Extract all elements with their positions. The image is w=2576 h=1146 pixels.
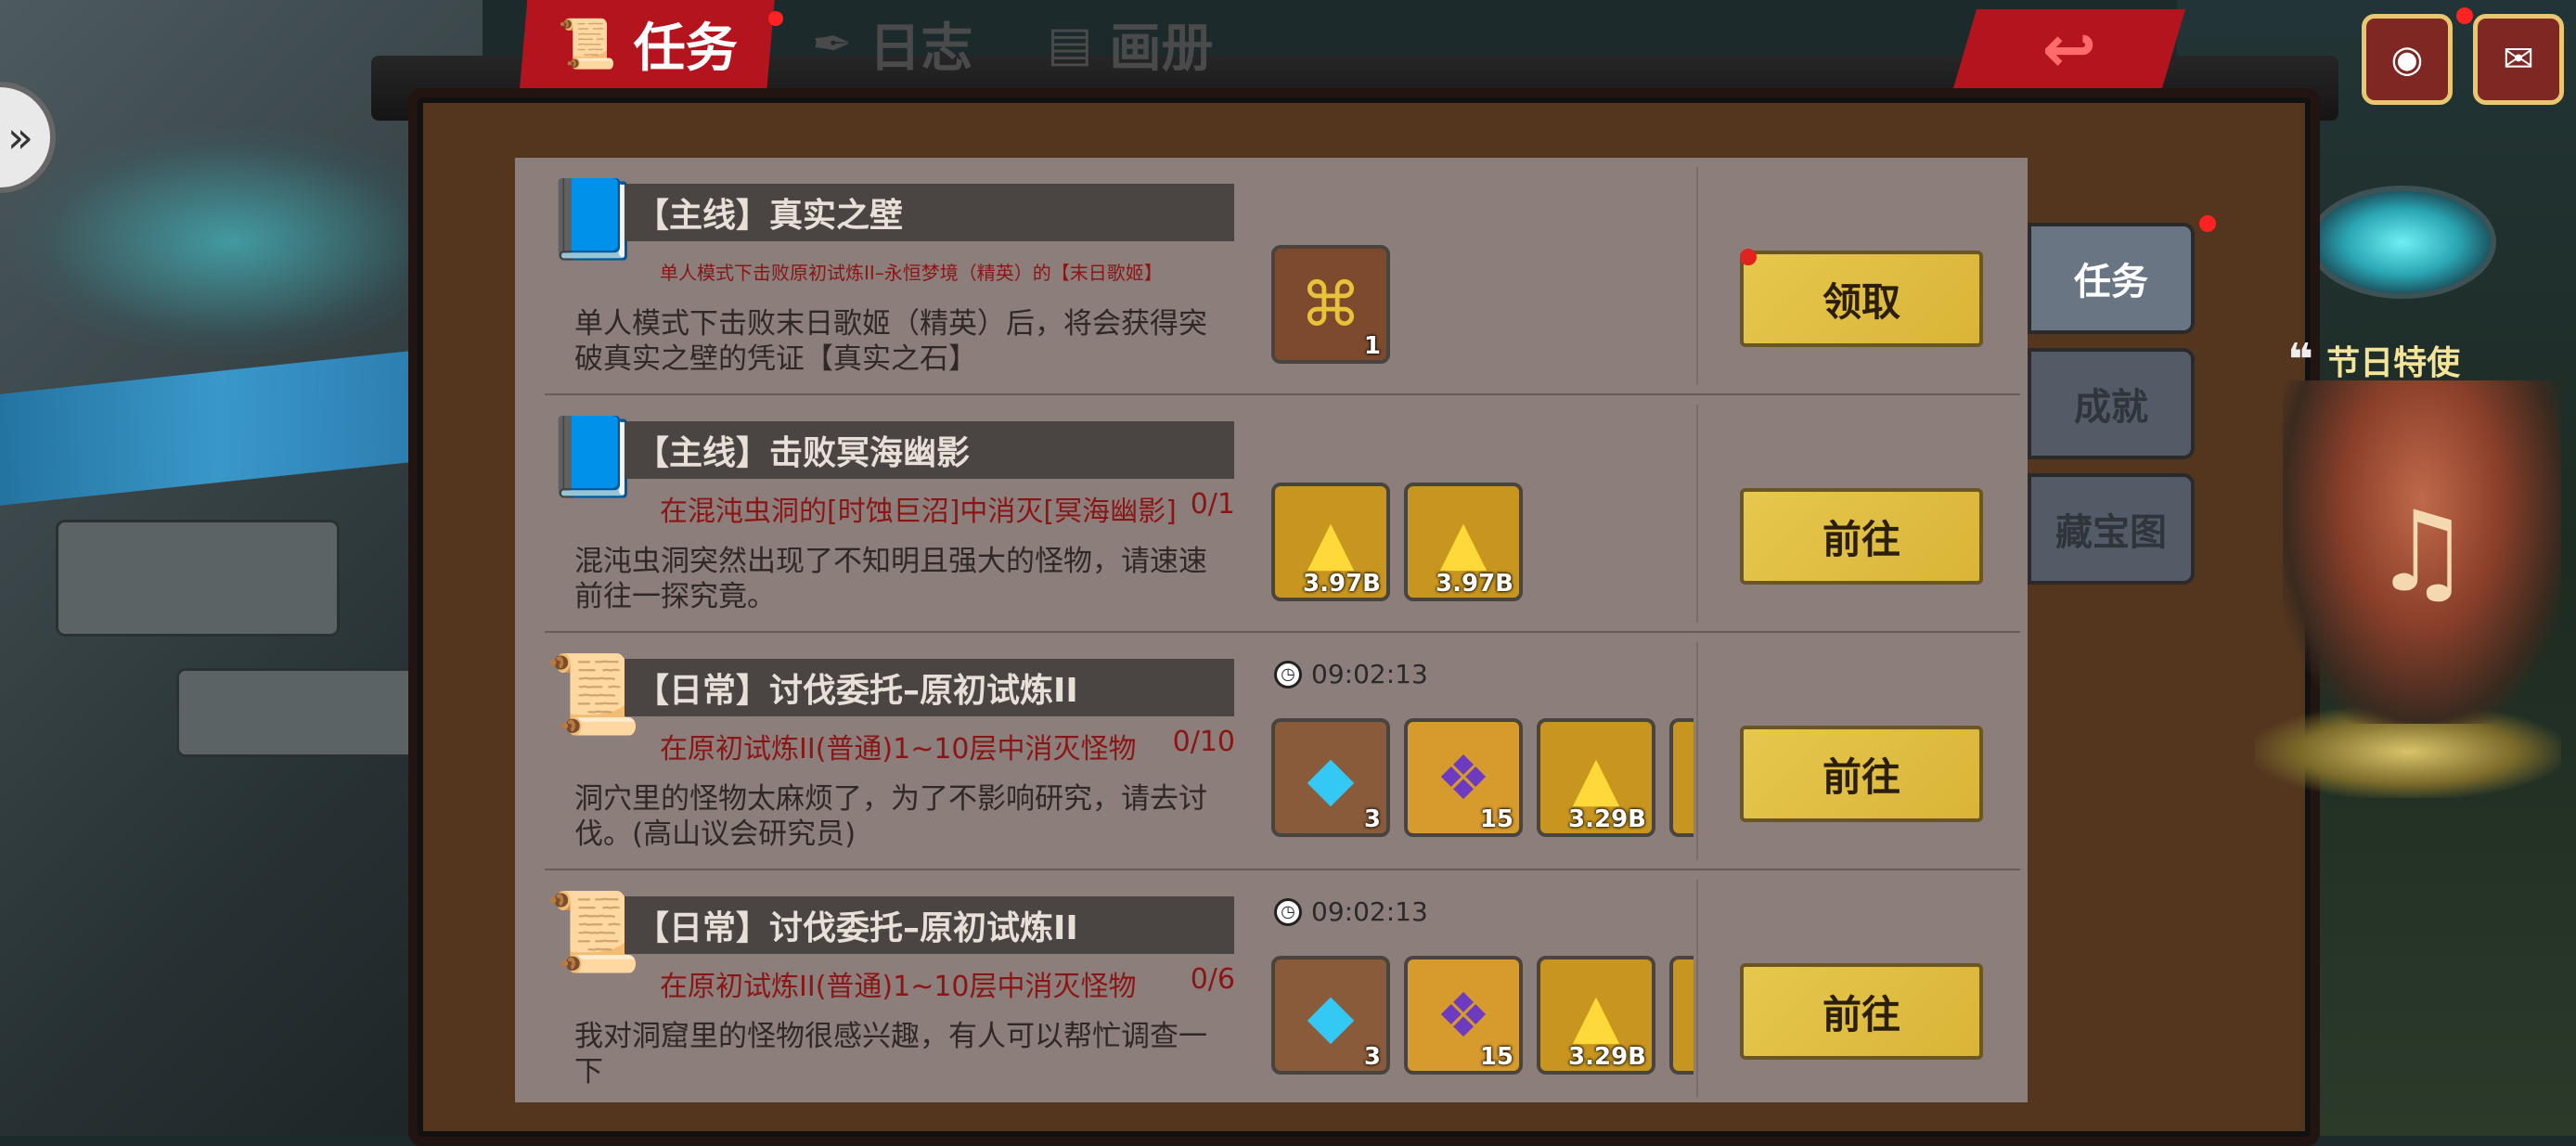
go-button[interactable]: 前往 (1740, 963, 1983, 1060)
quest-title: 【主线】真实之壁 (625, 184, 1234, 241)
quest-progress: 0/1 (1190, 488, 1235, 521)
tab-journal[interactable]: ✒ 日志 (775, 0, 1011, 88)
water-stream (0, 348, 436, 506)
divider (1696, 642, 1698, 860)
quest-item: 📜 【日常】讨伐委托–原初试炼II 在原初试炼II(普通)1~10层中消灭怪物 … (515, 870, 2028, 1102)
stone-slab (56, 520, 340, 637)
crystal-icon[interactable]: ◆ 3 (1271, 718, 1390, 837)
festival-envoy-label[interactable]: ❝ 节日特使 (2287, 334, 2460, 386)
quest-description: 单人模式下击败末日歌姬（精英）后，将会获得突破真实之壁的凭证【真实之石】 (574, 307, 1207, 376)
quest-title: 【主线】击败冥海幽影 (625, 421, 1234, 479)
side-tab-quests[interactable]: 任务 (2028, 223, 2195, 334)
gold-ingot-icon[interactable]: ▲ 3.29B (1537, 718, 1655, 837)
quest-item: 📘 【主线】真实之壁 单人模式下击败原初试炼II–永恒梦境（精英）的【末日歌姬】… (515, 158, 2028, 395)
clock-icon: ◷ (1274, 897, 1302, 926)
cat-musician-icon: ♫ (2372, 487, 2472, 617)
quest-objective: 单人模式下击败原初试炼II–永恒梦境（精英）的【末日歌姬】 (660, 262, 1163, 284)
gold-ingot-icon[interactable]: ▲ 3.97B (1404, 483, 1523, 601)
camera-icon[interactable]: ◉ (2362, 14, 2453, 105)
divider (1696, 167, 1698, 385)
gold-ingot-icon[interactable]: ▲ (1669, 718, 1694, 837)
quest-item: 📜 【日常】讨伐委托–原初试炼II 在原初试炼II(普通)1~10层中消灭怪物 … (515, 633, 2028, 870)
gold-ingot-icon[interactable]: ▲ 3.29B (1537, 956, 1655, 1075)
quest-description: 洞穴里的怪物太麻烦了，为了不影响研究，请去讨伐。(高山议会研究员) (574, 782, 1207, 851)
rune-stone-icon[interactable]: ⌘ 1 (1271, 245, 1390, 364)
quest-title: 【日常】讨伐委托–原初试炼II (625, 659, 1234, 716)
skill-book-icon[interactable]: ❖ 15 (1404, 718, 1523, 837)
tab-quests[interactable]: 📜 任务 (520, 0, 775, 88)
quest-description: 我对洞窟里的怪物很感兴趣，有人可以帮忙调查一下 (574, 1020, 1207, 1088)
quest-list[interactable]: 📘 【主线】真实之壁 单人模式下击败原初试炼II–永恒梦境（精英）的【末日歌姬】… (515, 158, 2028, 1102)
quest-title: 【日常】讨伐委托–原初试炼II (625, 896, 1234, 954)
gold-ingot-icon[interactable]: ▲ 3.97B (1271, 483, 1390, 601)
tab-album[interactable]: ▤ 画册 (1010, 0, 1250, 88)
notification-dot (2199, 215, 2216, 232)
notification-dot (1740, 249, 1757, 265)
countdown-timer: ◷ 09:02:13 (1274, 896, 1428, 927)
scroll-icon: 📜 (557, 17, 617, 72)
reward-list: ◆3 ❖15 ▲3.29B ▲ (1271, 956, 1694, 1078)
reward-list: ▲ 3.97B ▲ 3.97B (1271, 483, 1694, 605)
quest-description: 混沌虫洞突然出现了不知明且强大的怪物，请速速前往一探究竟。 (574, 545, 1207, 613)
crystal-icon[interactable]: ◆ 3 (1271, 956, 1390, 1075)
divider (1696, 405, 1698, 623)
claim-button[interactable]: 领取 (1740, 251, 1983, 347)
stone-slab (176, 668, 423, 757)
quest-progress: 0/10 (1172, 726, 1235, 758)
gold-ingot-icon[interactable]: ▲ (1669, 956, 1694, 1075)
quest-objective: 在原初试炼II(普通)1~10层中消灭怪物 0/6 (660, 963, 1235, 1003)
go-button[interactable]: 前往 (1740, 488, 1983, 585)
quest-item: 📘 【主线】击败冥海幽影 在混沌虫洞的[时蚀巨沼]中消灭[冥海幽影] 0/1 混… (515, 395, 2028, 633)
double-chevron-icon: » (6, 112, 33, 162)
clock-icon: ◷ (1274, 660, 1302, 689)
reward-list: ⌘ 1 (1271, 245, 1694, 367)
skill-book-icon[interactable]: ❖ 15 (1404, 956, 1523, 1075)
go-button[interactable]: 前往 (1740, 726, 1983, 822)
tab-bar: 📜 任务 ✒ 日志 ▤ 画册 (520, 0, 1250, 93)
back-arrow-icon: ↩ (2041, 10, 2097, 87)
quest-objective: 在混沌虫洞的[时蚀巨沼]中消灭[冥海幽影] 0/1 (660, 488, 1235, 528)
side-tab-achievements[interactable]: 成就 (2028, 348, 2195, 459)
back-button[interactable]: ↩ (1953, 9, 2185, 88)
red-envelope-icon[interactable]: ✉ (2473, 14, 2564, 105)
reward-list: ◆3 ❖15 ▲3.29B ▲ (1271, 718, 1694, 841)
quest-objective: 在原初试炼II(普通)1~10层中消灭怪物 0/10 (660, 726, 1235, 766)
quill-icon: ✒ (811, 16, 853, 72)
side-tab-treasure-map[interactable]: 藏宝图 (2028, 473, 2195, 585)
festival-envoy-character[interactable]: ♫ (2283, 380, 2561, 724)
notification-dot (2456, 7, 2473, 24)
notification-dot (768, 11, 783, 26)
divider (1696, 880, 1698, 1098)
quest-progress: 0/6 (1190, 963, 1235, 996)
teleport-portal[interactable] (2309, 186, 2496, 299)
album-icon: ▤ (1047, 16, 1093, 72)
chat-bubble-icon: ❝ (2287, 334, 2314, 386)
countdown-timer: ◷ 09:02:13 (1274, 659, 1428, 689)
